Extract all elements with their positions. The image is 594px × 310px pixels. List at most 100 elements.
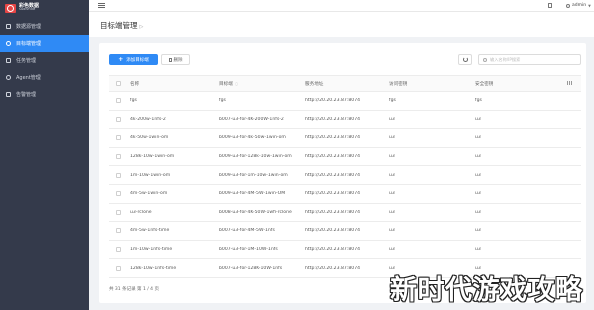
search-placeholder: 输入名称/IP搜索 (490, 56, 521, 62)
cell-target: fgs (219, 98, 226, 104)
table-row[interactable]: 128k-10w-1win-om b009-u3-for-128k-10w-1wi… (109, 148, 581, 167)
table-row[interactable]: 4k-50w-1win-om b009-u3-for-4k-50w-1win-om… (109, 129, 581, 148)
row-checkbox[interactable] (116, 191, 121, 197)
cell-name: u3-rclone (130, 209, 152, 215)
task-icon (6, 58, 11, 63)
user-menu[interactable]: admin ▼ (566, 3, 591, 8)
page-title-text: 目标端管理 (100, 21, 138, 30)
title-bar: 目标端管理 ▷ (89, 12, 594, 37)
content-card: + 添加目标端 删除 输入名称/IP搜索 名称 目标端 ◌ 服务地址 访问密钥 安… (99, 43, 586, 303)
column-settings-icon[interactable] (566, 80, 572, 85)
cell-name: 128k-10w-1nfs-time (130, 265, 177, 271)
sidebar: 彩色数据 SANDSTONE 数据源管理 目标端管理 任务管理 Agent管理 … (0, 0, 89, 310)
chevron-down-icon: ▼ (588, 3, 591, 8)
chevron-right-icon[interactable]: ▷ (140, 24, 144, 30)
cell-address: http://20.20.23.87:8074 (305, 265, 361, 271)
cell-name: 4k-50w-1win-om (130, 135, 169, 141)
cell-target: b009-u3-for-4M-5W-1win-OM (219, 191, 286, 197)
row-checkbox[interactable] (116, 154, 121, 160)
search-input[interactable]: 输入名称/IP搜索 (478, 54, 581, 65)
refresh-button[interactable] (458, 54, 472, 65)
row-checkbox[interactable] (116, 135, 121, 141)
sidebar-item-datasource[interactable]: 数据源管理 (0, 18, 89, 35)
row-checkbox[interactable] (116, 172, 121, 178)
cell-access-key: fgs (389, 98, 396, 104)
document-icon[interactable] (548, 3, 552, 8)
column-header-access-key[interactable]: 访问密钥 (389, 81, 475, 87)
filter-icon[interactable]: ◌ (235, 81, 239, 86)
cell-target: b007-u3-for-128K-10W-1nfs (219, 265, 283, 271)
page-title: 目标端管理 ▷ (100, 20, 143, 31)
watermark-text: 新时代游戏攻略 (390, 275, 583, 306)
cell-secret-key: u3 (475, 247, 481, 253)
select-all-checkbox[interactable] (116, 81, 121, 86)
table-row[interactable]: 4m-5w-1nfs-time b007-u3-for-4M-5W-1nfs htt… (109, 222, 581, 241)
sidebar-item-label: 数据源管理 (16, 24, 42, 30)
row-checkbox[interactable] (116, 116, 121, 122)
cell-secret-key: u3 (475, 116, 481, 122)
cell-name: 4k-200w-1nfs-2 (130, 116, 166, 122)
table-row[interactable]: 4k-200w-1nfs-2 b007-u3-for-4K-200W-1nfs-2… (109, 111, 581, 130)
cell-name: 1m-10w-1win-om (130, 172, 171, 178)
cell-secret-key: u3 (475, 135, 481, 141)
username: admin (572, 3, 587, 8)
alarm-icon (6, 92, 11, 97)
table-row[interactable]: 4m-5w-1win-om b009-u3-for-4M-5W-1win-OM ht… (109, 185, 581, 204)
table-row[interactable]: u3-rclone b008-u3-for-4K-50W-1wfi-rclone h… (109, 204, 581, 223)
sidebar-item-label: 目标端管理 (16, 41, 42, 47)
table-row[interactable]: 1m-10w-1win-om b009-u3-for-1m-10w-1win-om… (109, 166, 581, 185)
brand-logo-icon (5, 3, 16, 13)
row-checkbox[interactable] (116, 98, 121, 104)
cell-target: b008-u3-for-4K-50W-1wfi-rclone (219, 209, 292, 215)
brand-logo[interactable]: 彩色数据 SANDSTONE (0, 0, 89, 16)
cell-access-key: u3 (389, 116, 395, 122)
sidebar-item-label: Agent管理 (16, 75, 41, 81)
add-target-button[interactable]: + 添加目标端 (109, 54, 158, 65)
delete-button[interactable]: 删除 (161, 54, 190, 65)
column-header-secret-key[interactable]: 安全密钥 (475, 81, 561, 87)
row-checkbox[interactable] (116, 228, 121, 234)
cell-name: 4m-5w-1win-om (130, 191, 168, 197)
refresh-icon (462, 57, 468, 62)
menu-toggle-icon[interactable] (98, 3, 105, 8)
row-checkbox[interactable] (116, 265, 121, 271)
column-header-address[interactable]: 服务地址 (305, 81, 389, 87)
top-bar: admin ▼ (89, 0, 594, 12)
target-icon (6, 41, 11, 46)
sidebar-item-task[interactable]: 任务管理 (0, 52, 89, 69)
cell-target: b007-u3-for-4M-5W-1nfs (219, 228, 275, 234)
cell-address: http://20.20.23.87:8074 (305, 116, 361, 122)
cell-address: http://20.20.23.87:8074 (305, 228, 361, 234)
row-checkbox[interactable] (116, 209, 121, 215)
cell-address: http://20.20.23.87:8074 (305, 191, 361, 197)
sidebar-item-target[interactable]: 目标端管理 (0, 35, 89, 52)
table-row[interactable]: 1m-10w-1nfs-time b007-u3-for-1M-10W-1nfs h… (109, 241, 581, 260)
sidebar-item-agent[interactable]: Agent管理 (0, 69, 89, 86)
cell-address: http://20.20.23.87:8074 (305, 209, 361, 215)
cell-access-key: u3 (389, 209, 395, 215)
column-header-name[interactable]: 名称 (130, 81, 219, 87)
column-header-target[interactable]: 目标端 ◌ (219, 81, 305, 87)
target-table: 名称 目标端 ◌ 服务地址 访问密钥 安全密钥 fgs fgs http://20.2… (109, 75, 581, 278)
trash-icon (168, 57, 172, 62)
cell-name: 1m-10w-1nfs-time (130, 247, 173, 253)
sidebar-item-alarm[interactable]: 告警管理 (0, 86, 89, 103)
cell-address: http://20.20.23.87:8074 (305, 247, 361, 253)
cell-target: b009-u3-for-4k-50w-1win-om (219, 135, 286, 141)
cell-address: http://20.20.23.87:8074 (305, 98, 361, 104)
cell-access-key: u3 (389, 247, 395, 253)
cell-address: http://20.20.23.87:8074 (305, 154, 361, 160)
table-row[interactable]: fgs fgs http://20.20.23.87:8074 fgs fgs (109, 92, 581, 111)
add-target-label: 添加目标端 (126, 57, 149, 63)
brand-subtitle: SANDSTONE (19, 8, 36, 12)
cell-address: http://20.20.23.87:8074 (305, 172, 361, 178)
cell-target: b007-u3-for-4K-200W-1nfs-2 (219, 116, 284, 122)
cell-secret-key: u3 (475, 209, 481, 215)
database-icon (6, 24, 11, 29)
cell-target: b009-u3-for-128k-10w-1win-om (219, 154, 292, 160)
cell-secret-key: fgs (475, 98, 482, 104)
delete-label: 删除 (173, 57, 183, 63)
cell-name: fgs (130, 98, 137, 104)
sidebar-menu: 数据源管理 目标端管理 任务管理 Agent管理 告警管理 (0, 18, 89, 103)
row-checkbox[interactable] (116, 247, 121, 253)
